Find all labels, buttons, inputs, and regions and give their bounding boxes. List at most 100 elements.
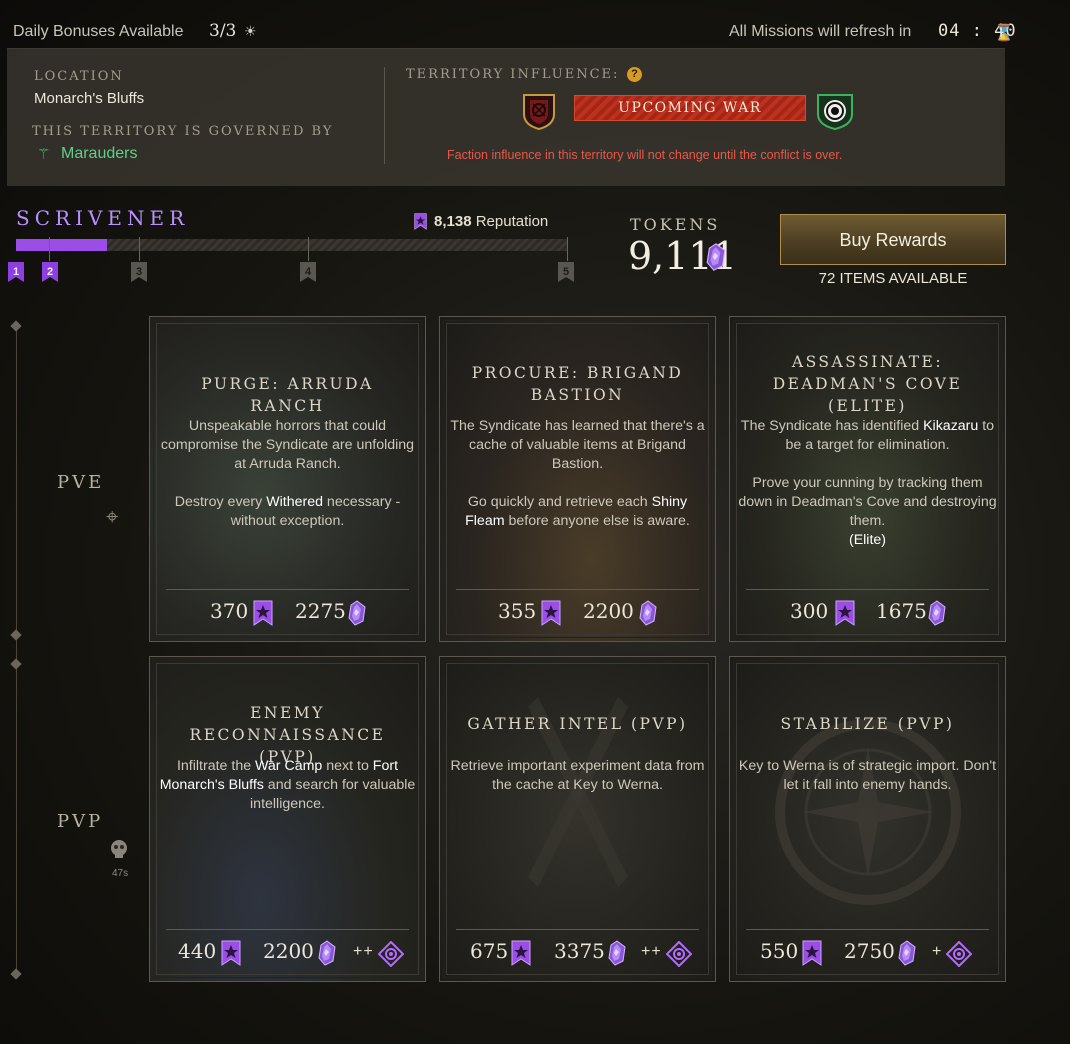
rank-badge-4[interactable]: 4 [300,262,316,286]
location-title: LOCATION [34,69,124,84]
rail-marker [10,968,22,980]
token-icon [705,242,727,272]
mission-card-gather-intel[interactable]: GATHER INTEL (PVP) Retrieve important ex… [439,656,716,982]
items-available-label: 72 ITEMS AVAILABLE [818,270,968,287]
location-name: Monarch's Bluffs [34,90,145,107]
buy-rewards-button[interactable]: Buy Rewards [780,214,1006,265]
mission-title: ASSASSINATE: DEADMAN'S COVE (ELITE) [772,353,963,415]
mission-target: War Camp [255,758,323,774]
rank-badge-2[interactable]: 2 [42,262,58,286]
governed-title: THIS TERRITORY IS GOVERNED BY [32,124,334,139]
reputation-reward: 440 [178,939,217,963]
mission-objective: Go quickly and retrieve each Shiny Fleam… [465,494,690,529]
tokens-title: TOKENS [630,215,721,234]
reputation-icon [835,600,855,626]
pvp-skull-icon [111,840,127,858]
rank-tick [567,237,568,261]
token-reward: 2200 [583,599,634,623]
token-reward: 1675 [876,599,927,623]
panel-divider [384,67,385,164]
reputation-icon [253,600,273,626]
reputation-icon [511,940,531,966]
reputation-icon [414,213,427,230]
rail-marker [10,320,22,332]
token-icon [897,940,917,966]
mission-title: PROCURE: BRIGAND BASTION [471,364,684,404]
mission-description: Retrieve important experiment data from … [450,758,705,793]
pvp-bonus-icon [666,941,692,967]
mission-title: GATHER INTEL (PVP) [467,715,688,733]
help-icon[interactable]: ? [627,67,642,82]
refresh-label: All Missions will refresh in [729,23,912,40]
reputation-label: Reputation [475,213,549,230]
hourglass-icon: ⌛ [994,25,1014,42]
rank-tick [49,237,50,261]
pvp-row-label: PVP [57,811,104,832]
daily-bonus-label: Daily Bonuses Available [13,23,184,40]
rail-marker [10,658,22,670]
reputation-text: 8,138 Reputation [434,213,548,230]
mission-description: Unspeakable horrors that could compromis… [160,418,415,472]
rank-badge-1[interactable]: 1 [8,262,24,286]
top-bar: Daily Bonuses Available 3/3 ☀ All Missio… [0,18,1070,46]
pve-row-label: PVE [57,472,105,493]
mission-description: Infiltrate the War Camp next to Fort Mon… [159,758,416,812]
mission-objective: Prove your cunning by tracking them down… [738,475,997,529]
sun-icon: ☀ [244,23,257,39]
rank-badge-5[interactable]: 5 [558,262,574,286]
reputation-reward: 300 [790,599,829,623]
territory-influence-title: TERRITORY INFLUENCE: [406,67,620,82]
token-reward: 3375 [554,939,605,963]
syndicate-crest-icon [523,94,555,130]
mission-card-purge-arruda-ranch[interactable]: PURGE: ARRUDA RANCH Unspeakable horrors … [149,316,426,642]
pvp-timer: 47s [112,868,129,879]
reputation-icon [541,600,561,626]
mission-description: Key to Werna is of strategic import. Don… [738,758,997,793]
rank-tick [308,237,309,261]
token-icon [638,600,658,626]
reputation-value: 8,138 [434,213,472,230]
reputation-reward: 355 [498,599,537,623]
token-icon [347,600,367,626]
mission-description: The Syndicate has learned that there's a… [450,418,705,472]
side-rail [16,325,17,975]
mission-objective: Destroy every Withered necessary - witho… [174,494,401,529]
reputation-icon [221,940,241,966]
token-icon [317,940,337,966]
governing-faction: Marauders [61,145,138,162]
mission-title: STABILIZE (PVP) [780,715,955,733]
token-icon [607,940,627,966]
mission-description: The Syndicate has identified Kikazaru to… [740,418,995,453]
pvp-bonus-icon [946,941,972,967]
token-reward: 2275 [295,599,346,623]
crosshair-icon: ⌖ [106,504,119,529]
mission-target: Withered [266,494,323,510]
upcoming-war-banner: UPCOMING WAR [574,95,806,121]
reputation-icon [802,940,822,966]
bonus-plus: ++ [353,943,374,960]
territory-panel: LOCATION Monarch's Bluffs THIS TERRITORY… [7,48,1005,186]
reputation-progress-fill [16,239,107,251]
reputation-reward: 550 [760,939,799,963]
faction-influence-note: Faction influence in this territory will… [447,148,843,162]
covenant-crest-icon [817,94,853,130]
daily-bonus-count: 3/3 [209,21,237,41]
mission-target: Kikazaru [923,418,979,434]
mission-card-stabilize[interactable]: STABILIZE (PVP) Key to Werna is of strat… [729,656,1006,982]
mission-card-procure-brigand-bastion[interactable]: PROCURE: BRIGAND BASTION The Syndicate h… [439,316,716,642]
rank-badge-3[interactable]: 3 [131,262,147,286]
mission-title: PURGE: ARRUDA RANCH [201,375,374,415]
reputation-reward: 675 [470,939,509,963]
token-reward: 2200 [263,939,314,963]
rank-tick [139,237,140,261]
mission-card-enemy-reconnaissance[interactable]: ENEMY RECONNAISSANCE (PVP) Infiltrate th… [149,656,426,982]
reputation-reward: 370 [210,599,249,623]
mission-card-assassinate-deadmans-cove[interactable]: ASSASSINATE: DEADMAN'S COVE (ELITE) The … [729,316,1006,642]
marauders-icon: ⚚ [37,146,51,163]
compass-emblem-icon [775,719,961,905]
mission-difficulty: (Elite) [848,532,887,548]
pvp-bonus-icon [378,941,404,967]
faction-rank-title: SCRIVENER [16,206,190,230]
token-reward: 2750 [844,939,895,963]
bonus-plus: + [932,943,943,960]
